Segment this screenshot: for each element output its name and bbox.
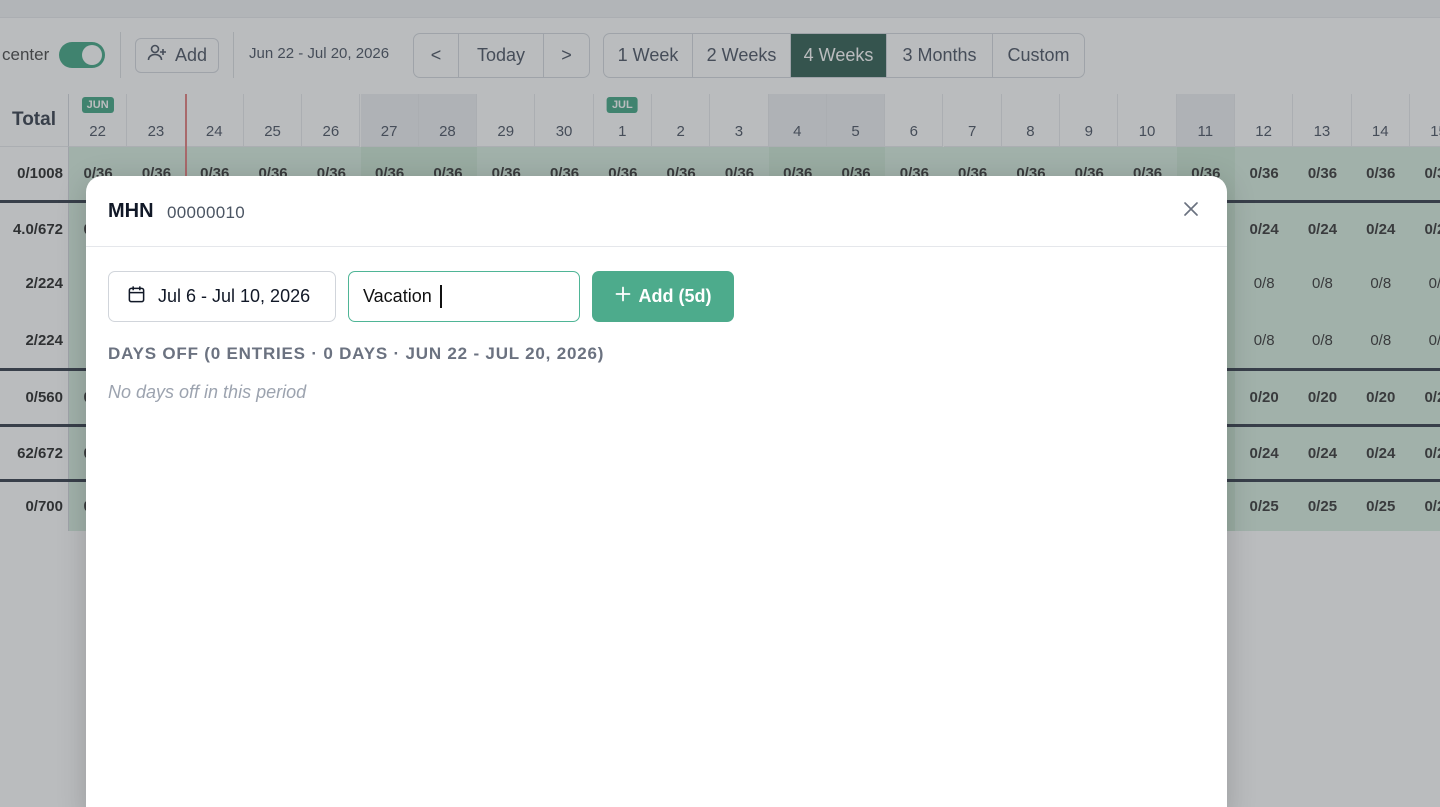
date-range-picker[interactable]: Jul 6 - Jul 10, 2026 xyxy=(108,271,336,322)
employee-code: 00000010 xyxy=(167,203,246,222)
days-off-heading: DAYS OFF (0 ENTRIES · 0 DAYS · JUN 22 - … xyxy=(108,344,605,363)
empty-state-message: No days off in this period xyxy=(108,382,307,402)
close-button[interactable] xyxy=(1181,201,1201,221)
add-days-off-label: Add (5d) xyxy=(638,286,712,306)
modal-header: MHN 00000010 xyxy=(86,176,1227,247)
text-caret xyxy=(440,285,442,308)
plus-icon xyxy=(615,286,631,307)
add-days-off-button[interactable]: Add (5d) xyxy=(592,271,734,322)
days-off-modal: MHN 00000010 Jul 6 - Jul 10, 2026 Add (5… xyxy=(86,176,1227,807)
date-range-value: Jul 6 - Jul 10, 2026 xyxy=(158,286,311,306)
reason-input[interactable] xyxy=(348,271,580,322)
calendar-icon xyxy=(127,285,146,309)
modal-title: MHN xyxy=(108,200,154,222)
close-icon xyxy=(1183,201,1199,222)
